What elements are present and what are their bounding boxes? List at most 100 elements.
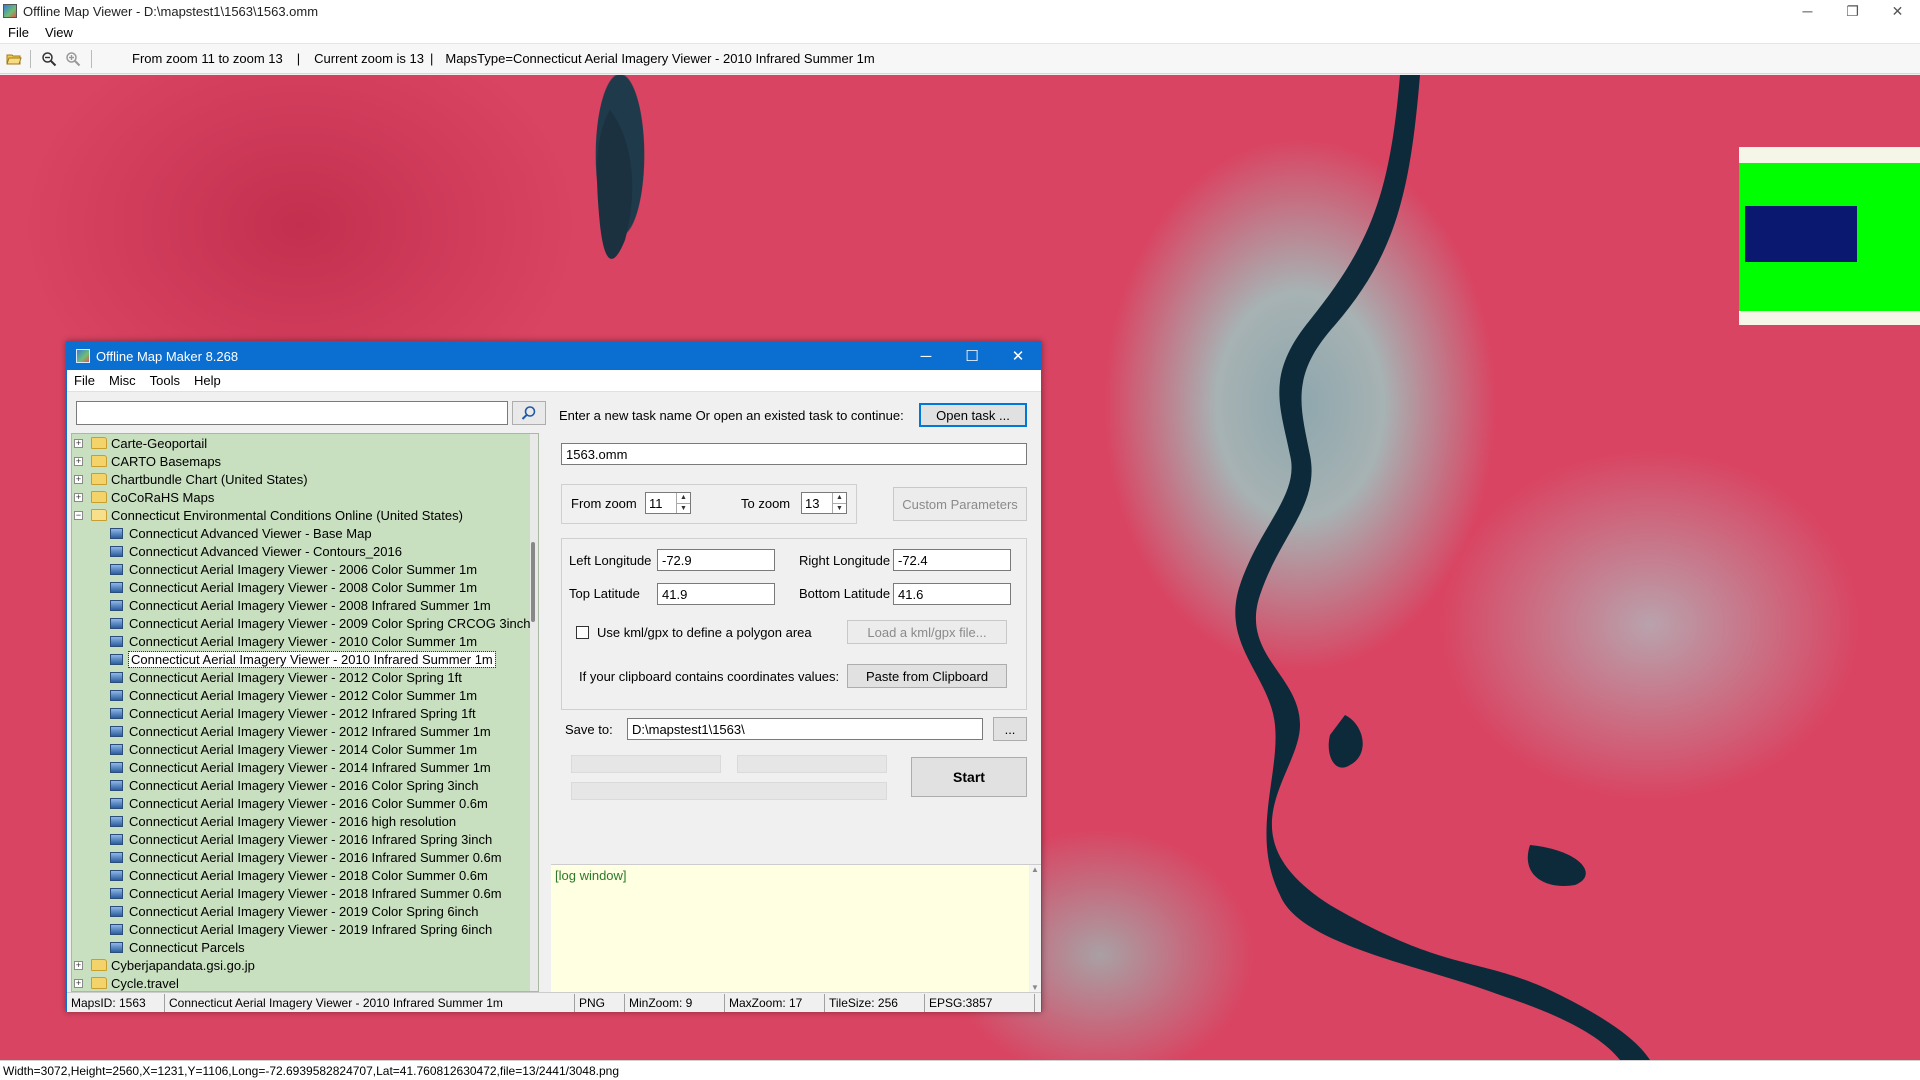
load-kml-button[interactable]: Load a kml/gpx file... — [847, 620, 1007, 644]
log-scrollbar[interactable]: ▲ ▼ — [1029, 865, 1041, 992]
open-folder-icon[interactable] — [4, 49, 24, 69]
tree-map-item[interactable]: Connecticut Advanced Viewer - Contours_2… — [72, 542, 538, 560]
tree-map-item[interactable]: Connecticut Aerial Imagery Viewer - 2016… — [72, 776, 538, 794]
expander-icon[interactable]: + — [74, 492, 83, 502]
spin-up-icon[interactable]: ▲ — [833, 493, 846, 503]
minimap-viewport-rect[interactable] — [1745, 206, 1857, 262]
spin-down-icon[interactable]: ▼ — [833, 502, 846, 514]
tree-map-item[interactable]: Connecticut Aerial Imagery Viewer - 2014… — [72, 758, 538, 776]
tree-item-label: Connecticut Aerial Imagery Viewer - 2012… — [129, 669, 462, 685]
left-longitude-input[interactable] — [657, 549, 775, 571]
dialog-maximize-button[interactable]: ☐ — [949, 342, 995, 370]
tree-folder[interactable]: − Connecticut Environmental Conditions On… — [72, 506, 538, 524]
expander-icon[interactable]: + — [74, 474, 83, 484]
expander-icon[interactable]: + — [74, 960, 83, 970]
paste-clipboard-button[interactable]: Paste from Clipboard — [847, 664, 1007, 688]
dialog-titlebar: Offline Map Maker 8.268 ─ ☐ ✕ — [67, 342, 1041, 370]
spin-down-icon[interactable]: ▼ — [677, 502, 690, 514]
tree-map-item[interactable]: Connecticut Aerial Imagery Viewer - 2019… — [72, 902, 538, 920]
tree-map-item[interactable]: Connecticut Aerial Imagery Viewer - 2009… — [72, 614, 538, 632]
zoom-out-icon[interactable] — [39, 49, 59, 69]
tree-map-item[interactable]: Connecticut Aerial Imagery Viewer - 2019… — [72, 920, 538, 938]
use-kml-checkbox[interactable] — [576, 626, 589, 639]
zoom-in-icon[interactable] — [63, 49, 83, 69]
scroll-down-icon[interactable]: ▼ — [1031, 983, 1039, 992]
tree-map-item[interactable]: Connecticut Aerial Imagery Viewer - 2016… — [72, 830, 538, 848]
top-latitude-input[interactable] — [657, 583, 775, 605]
tree-map-item[interactable]: Connecticut Aerial Imagery Viewer - 2014… — [72, 740, 538, 758]
log-window[interactable]: [log window] ▲ ▼ — [551, 864, 1041, 992]
from-zoom-arrows[interactable]: ▲ ▼ — [676, 493, 690, 513]
folder-icon — [91, 437, 107, 449]
folder-icon — [91, 977, 107, 989]
save-path-input[interactable] — [627, 718, 983, 740]
minimize-button[interactable]: ─ — [1785, 0, 1830, 22]
maps-tree[interactable]: + Carte-Geoportail + CARTO Basemaps + Chartbu… — [71, 433, 539, 992]
expander-icon[interactable]: + — [74, 456, 83, 466]
dialog-menu-misc[interactable]: Misc — [102, 373, 143, 388]
tree-item-label: CARTO Basemaps — [111, 453, 222, 469]
expander-icon[interactable]: + — [74, 978, 83, 988]
tree-map-item[interactable]: Connecticut Aerial Imagery Viewer - 2018… — [72, 884, 538, 902]
dialog-minimize-button[interactable]: ─ — [903, 342, 949, 370]
tree-folder[interactable]: + Chartbundle Chart (United States) — [72, 470, 538, 488]
clipboard-label: If your clipboard contains coordinates v… — [579, 669, 840, 684]
tree-map-item[interactable]: Connecticut Aerial Imagery Viewer - 2016… — [72, 812, 538, 830]
map-image-icon — [110, 545, 123, 557]
menu-view[interactable]: View — [37, 25, 81, 40]
tree-folder[interactable]: + Carte-Geoportail — [72, 434, 538, 452]
tree-folder[interactable]: + Cycle.travel — [72, 974, 538, 991]
tree-map-item[interactable]: Connecticut Aerial Imagery Viewer - 2010… — [72, 650, 538, 668]
overview-minimap[interactable] — [1739, 147, 1920, 325]
map-image-icon — [110, 815, 123, 827]
tree-map-item[interactable]: Connecticut Parcels — [72, 938, 538, 956]
browse-button[interactable]: ... — [993, 717, 1027, 741]
tree-map-item[interactable]: Connecticut Aerial Imagery Viewer - 2012… — [72, 722, 538, 740]
close-button[interactable]: ✕ — [1875, 0, 1920, 22]
expander-icon[interactable]: + — [74, 438, 83, 448]
tree-folder[interactable]: + Cyberjapandata.gsi.go.jp — [72, 956, 538, 974]
maximize-button[interactable]: ❐ — [1830, 0, 1875, 22]
tree-folder[interactable]: + CARTO Basemaps — [72, 452, 538, 470]
right-longitude-input[interactable] — [893, 549, 1011, 571]
dialog-menu-help[interactable]: Help — [187, 373, 228, 388]
bottom-latitude-input[interactable] — [893, 583, 1011, 605]
expander-icon[interactable]: − — [74, 510, 83, 520]
to-zoom-spinner[interactable]: 13 ▲ ▼ — [801, 492, 847, 514]
search-button[interactable] — [512, 401, 546, 425]
open-task-button[interactable]: Open task ... — [919, 403, 1027, 427]
tree-map-item[interactable]: Connecticut Aerial Imagery Viewer - 2016… — [72, 794, 538, 812]
tree-map-item[interactable]: Connecticut Aerial Imagery Viewer - 2012… — [72, 668, 538, 686]
map-image-icon — [110, 869, 123, 881]
search-input[interactable] — [76, 401, 508, 425]
task-name-input[interactable] — [561, 443, 1027, 465]
dialog-menu-file[interactable]: File — [67, 373, 102, 388]
current-zoom-text: Current zoom is 13 — [314, 51, 424, 66]
tree-map-item[interactable]: Connecticut Aerial Imagery Viewer - 2012… — [72, 686, 538, 704]
tree-map-item[interactable]: Connecticut Aerial Imagery Viewer - 2018… — [72, 866, 538, 884]
right-longitude-label: Right Longitude — [799, 553, 891, 568]
dialog-close-button[interactable]: ✕ — [995, 342, 1041, 370]
start-button[interactable]: Start — [911, 757, 1027, 797]
to-zoom-arrows[interactable]: ▲ ▼ — [832, 493, 846, 513]
to-zoom-label: To zoom — [741, 496, 791, 511]
tree-map-item[interactable]: Connecticut Aerial Imagery Viewer - 2008… — [72, 578, 538, 596]
map-image-icon — [110, 527, 123, 539]
dialog-menu-tools[interactable]: Tools — [143, 373, 187, 388]
tree-map-item[interactable]: Connecticut Aerial Imagery Viewer - 2006… — [72, 560, 538, 578]
tree-map-item[interactable]: Connecticut Advanced Viewer - Base Map — [72, 524, 538, 542]
tree-folder[interactable]: + CoCoRaHS Maps — [72, 488, 538, 506]
tree-map-item[interactable]: Connecticut Aerial Imagery Viewer - 2010… — [72, 632, 538, 650]
to-zoom-value: 13 — [805, 496, 820, 511]
tree-map-item[interactable]: Connecticut Aerial Imagery Viewer - 2008… — [72, 596, 538, 614]
spin-up-icon[interactable]: ▲ — [677, 493, 690, 503]
tree-map-item[interactable]: Connecticut Aerial Imagery Viewer - 2016… — [72, 848, 538, 866]
progress-bar-total — [571, 782, 887, 800]
tree-map-item[interactable]: Connecticut Aerial Imagery Viewer - 2012… — [72, 704, 538, 722]
map-maker-dialog: Offline Map Maker 8.268 ─ ☐ ✕ File Misc … — [66, 341, 1042, 1012]
custom-parameters-button[interactable]: Custom Parameters — [893, 487, 1027, 521]
from-zoom-spinner[interactable]: 11 ▲ ▼ — [645, 492, 691, 514]
menu-file[interactable]: File — [0, 25, 37, 40]
magnifier-icon — [521, 406, 536, 420]
scroll-up-icon[interactable]: ▲ — [1031, 865, 1039, 874]
